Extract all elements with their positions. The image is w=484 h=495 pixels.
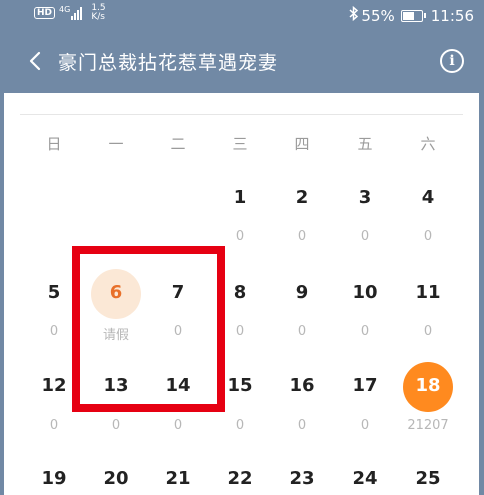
status-bar: HD 4G 1.5 K/s 55% 11:56 (0, 0, 484, 32)
title-bar: 豪门总裁拈花惹草遇宠妻 i (0, 34, 484, 90)
calendar: 日一二三四五六 1 0 2 0 3 0 4 0 5 0 6 请假 7 0 8 0 9 0 10 0 11 0 12 0 13 0 14… (4, 93, 479, 495)
day-23[interactable]: 23 (282, 468, 322, 489)
divider (20, 114, 463, 115)
weekday-label: 五 (357, 135, 373, 153)
day-24[interactable]: 24 (345, 468, 385, 489)
network-type: 4G (59, 5, 71, 14)
page-title: 豪门总裁拈花惹草遇宠妻 (58, 52, 279, 74)
day-16[interactable]: 16 (282, 375, 322, 396)
battery-percent: 55% (361, 6, 395, 25)
weekday-label: 二 (170, 135, 186, 153)
info-button[interactable]: i (440, 49, 464, 73)
day-4-value: 0 (423, 229, 433, 244)
weekday-label: 四 (294, 135, 310, 153)
bluetooth-icon (349, 5, 359, 25)
day-25[interactable]: 25 (408, 468, 448, 489)
clock: 11:56 (430, 6, 474, 25)
day-6[interactable]: 6 (96, 282, 136, 303)
day-18-value: 21207 (407, 418, 449, 433)
weekday-label: 三 (232, 135, 248, 153)
day-20[interactable]: 20 (96, 468, 136, 489)
day-1[interactable]: 1 (220, 187, 260, 208)
day-11[interactable]: 11 (408, 282, 448, 303)
day-9[interactable]: 9 (282, 282, 322, 303)
hd-badge: HD (34, 7, 56, 19)
day-14[interactable]: 14 (158, 375, 198, 396)
day-17[interactable]: 17 (345, 375, 385, 396)
info-circle-icon: i (449, 53, 455, 69)
day-22[interactable]: 22 (220, 468, 260, 489)
day-18[interactable]: 18 (408, 375, 448, 396)
battery-icon (400, 9, 426, 22)
day-15[interactable]: 15 (220, 375, 260, 396)
weekday-label: 六 (420, 135, 436, 153)
day-5[interactable]: 5 (34, 282, 74, 303)
day-7[interactable]: 7 (158, 282, 198, 303)
day-12[interactable]: 12 (34, 375, 74, 396)
status-left: HD 4G 1.5 K/s (34, 4, 106, 22)
day-10[interactable]: 10 (345, 282, 385, 303)
day-21[interactable]: 21 (158, 468, 198, 489)
day-11-value: 0 (423, 324, 433, 339)
day-13[interactable]: 13 (96, 375, 136, 396)
weekday-label: 一 (108, 135, 124, 153)
day-3[interactable]: 3 (345, 187, 385, 208)
signal-icon (71, 6, 83, 20)
back-button[interactable] (22, 46, 50, 76)
day-19[interactable]: 19 (34, 468, 74, 489)
day-2[interactable]: 2 (282, 187, 322, 208)
status-right: 55% 11:56 (349, 5, 474, 25)
chevron-left-icon (29, 51, 41, 71)
speed-unit: K/s (91, 12, 105, 22)
weekday-label: 日 (46, 135, 62, 153)
network-speed: 1.5 K/s (91, 4, 105, 22)
day-4[interactable]: 4 (408, 187, 448, 208)
day-8[interactable]: 8 (220, 282, 260, 303)
